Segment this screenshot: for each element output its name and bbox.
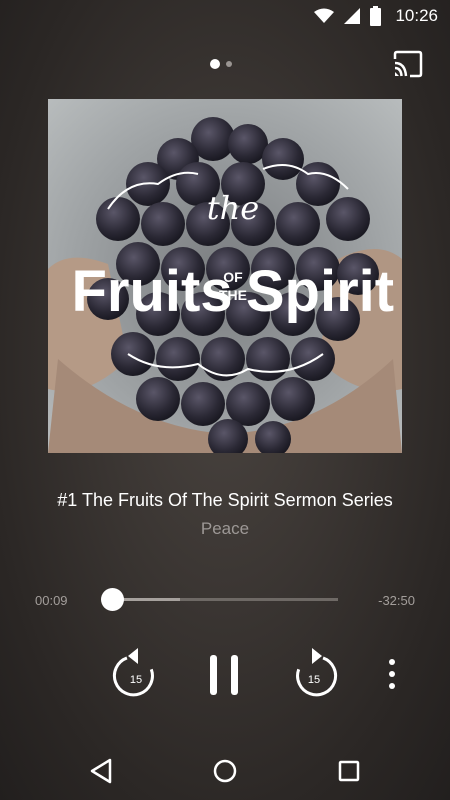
status-bar: 10:26 <box>0 0 450 32</box>
artwork-text-the: the <box>207 189 259 227</box>
cellular-signal-icon <box>344 8 361 24</box>
pause-button[interactable] <box>206 653 242 697</box>
pager-dot-inactive[interactable] <box>226 61 232 67</box>
remaining-time: -32:50 <box>378 593 415 608</box>
playback-controls: 15 15 <box>0 645 450 705</box>
status-time: 10:26 <box>395 6 438 25</box>
pager-dot-active[interactable] <box>210 59 220 69</box>
forward-seconds-label: 15 <box>308 674 320 686</box>
back-icon[interactable] <box>86 756 116 786</box>
seek-thumb[interactable] <box>101 588 124 611</box>
artwork-illustration: the Fruits OF THE Spirit <box>48 117 402 453</box>
forward-15-button[interactable]: 15 <box>290 645 338 701</box>
artwork-text-of: OF <box>223 269 243 285</box>
home-icon[interactable] <box>210 756 240 786</box>
artwork-text-fruits: Fruits <box>71 259 232 324</box>
navigation-bar <box>0 742 450 800</box>
rewind-15-button[interactable]: 15 <box>112 645 160 701</box>
track-title: #1 The Fruits Of The Spirit Sermon Serie… <box>57 490 393 510</box>
elapsed-time: 00:09 <box>35 593 68 608</box>
track-subtitle: Peace <box>200 519 250 538</box>
more-options-icon[interactable] <box>384 657 400 691</box>
artwork-text-spirit: Spirit <box>246 259 394 324</box>
rewind-seconds-label: 15 <box>130 674 142 686</box>
album-artwork: the Fruits OF THE Spirit <box>48 99 402 453</box>
pager-dots <box>210 59 232 69</box>
cast-icon[interactable] <box>392 50 424 78</box>
battery-icon <box>370 6 382 26</box>
recent-apps-icon[interactable] <box>334 756 364 786</box>
wifi-icon <box>314 8 335 23</box>
seek-bar[interactable] <box>112 598 338 601</box>
header <box>0 32 450 96</box>
artwork-text-the-small: THE <box>219 287 247 303</box>
